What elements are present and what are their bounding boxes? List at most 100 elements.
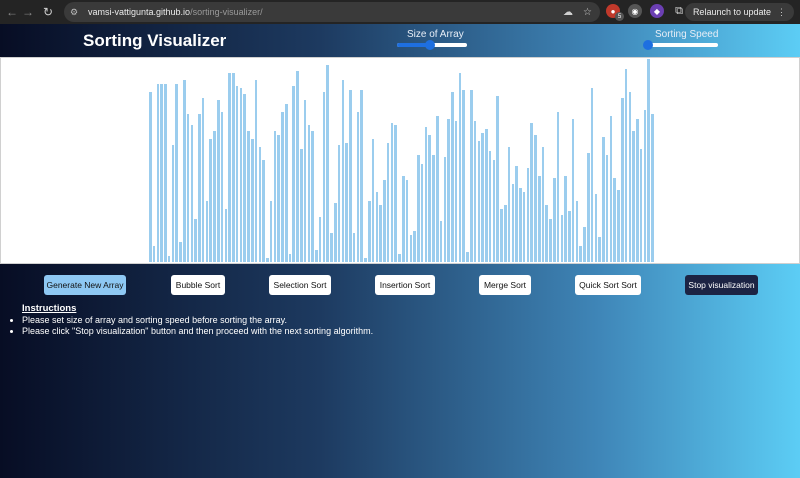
- array-bar: [609, 116, 613, 262]
- array-bar: [553, 177, 556, 262]
- back-icon[interactable]: ←: [4, 5, 20, 19]
- bubble-sort-button[interactable]: Bubble Sort: [171, 275, 225, 295]
- array-bar: [394, 124, 397, 262]
- extensions-puzzle-icon[interactable]: ⧉: [672, 4, 686, 18]
- array-bar: [549, 218, 552, 262]
- relaunch-button[interactable]: Relaunch to update ⋮: [684, 3, 794, 21]
- browser-toolbar: ← → ↻ ⚙ vamsi-vattigunta.github.io/sorti…: [0, 0, 800, 24]
- instructions-list: Please set size of array and sorting spe…: [22, 315, 373, 337]
- array-bar: [602, 136, 605, 262]
- array-bar: [186, 114, 190, 262]
- menu-dots-icon[interactable]: ⋮: [777, 7, 786, 18]
- array-bar: [349, 89, 352, 262]
- array-bar: [515, 165, 518, 262]
- array-bar: [273, 130, 277, 262]
- array-bar: [330, 233, 333, 262]
- array-bar: [435, 116, 439, 262]
- array-bar: [496, 95, 499, 262]
- array-canvas: [0, 57, 800, 264]
- array-bar: [624, 69, 628, 262]
- cloud-icon[interactable]: ☁: [563, 7, 573, 18]
- array-bar: [220, 112, 224, 262]
- array-bar: [402, 175, 405, 262]
- array-bar: [364, 257, 367, 262]
- array-bar: [356, 112, 360, 262]
- array-bar: [398, 253, 401, 262]
- app-header: Sorting Visualizer Size of Array Sorting…: [0, 24, 800, 56]
- array-bar: [216, 100, 220, 262]
- array-bar: [451, 91, 454, 262]
- array-bar: [318, 216, 322, 262]
- bookmark-star-icon[interactable]: ☆: [583, 7, 592, 18]
- array-bar: [277, 134, 280, 262]
- instruction-item: Please click "Stop visualization" button…: [22, 326, 373, 337]
- array-bar: [575, 200, 579, 262]
- array-bar: [405, 180, 409, 262]
- array-bar: [213, 130, 216, 262]
- array-bar: [383, 180, 386, 262]
- array-bar: [281, 112, 284, 262]
- array-bar: [564, 175, 567, 262]
- array-bar: [300, 149, 303, 262]
- array-bar: [628, 91, 632, 262]
- array-bar: [519, 188, 522, 262]
- instructions: Instructions Please set size of array an…: [14, 303, 373, 337]
- array-bar: [156, 83, 160, 262]
- array-bar: [492, 159, 496, 262]
- selection-sort-button[interactable]: Selection Sort: [269, 275, 331, 295]
- array-bar: [439, 221, 443, 262]
- generate-array-button[interactable]: Generate New Array: [44, 275, 126, 295]
- array-bar: [632, 130, 635, 262]
- array-bar: [386, 143, 390, 262]
- extension-badge: 5: [615, 12, 624, 21]
- array-bar: [458, 73, 462, 262]
- array-bar: [152, 245, 156, 262]
- array-bar: [579, 245, 583, 262]
- insertion-sort-button[interactable]: Insertion Sort: [375, 275, 435, 295]
- array-bar: [224, 208, 228, 262]
- speed-slider-thumb[interactable]: [643, 40, 653, 50]
- array-bar: [594, 194, 598, 262]
- array-bar: [250, 139, 254, 262]
- stop-visualization-button[interactable]: Stop visualization: [685, 275, 758, 295]
- array-bar: [568, 210, 571, 262]
- reload-icon[interactable]: ↻: [40, 5, 56, 19]
- array-bar: [469, 89, 473, 262]
- array-bar: [571, 118, 575, 262]
- array-bar: [262, 159, 265, 262]
- array-bar: [182, 79, 186, 262]
- array-bar: [337, 145, 341, 262]
- array-bar: [303, 100, 307, 262]
- array-bar: [462, 89, 465, 262]
- array-bar: [390, 122, 394, 262]
- extension-red-icon[interactable]: ● 5: [606, 4, 624, 21]
- array-bar: [605, 155, 609, 262]
- array-bar: [534, 134, 537, 262]
- merge-sort-button[interactable]: Merge Sort: [479, 275, 531, 295]
- array-bar: [171, 145, 175, 262]
- extension-purple-icon[interactable]: ◆: [650, 4, 664, 18]
- site-info-icon[interactable]: ⚙: [70, 7, 84, 18]
- speed-slider[interactable]: [643, 40, 718, 50]
- array-bar: [500, 208, 503, 262]
- size-slider[interactable]: [397, 40, 467, 50]
- array-bar: [413, 231, 416, 262]
- extension-gray-icon[interactable]: ◉: [628, 4, 642, 18]
- array-bar: [266, 257, 269, 262]
- array-bar: [352, 233, 356, 262]
- size-slider-thumb[interactable]: [424, 40, 435, 50]
- forward-icon[interactable]: →: [20, 5, 36, 19]
- quick-sort-button[interactable]: Quick Sort Sort: [575, 275, 641, 295]
- relaunch-label: Relaunch to update: [692, 7, 771, 17]
- array-bar: [375, 192, 379, 262]
- array-bars: [149, 57, 655, 262]
- array-bar: [537, 175, 541, 262]
- array-bar: [417, 155, 420, 262]
- array-bar: [341, 79, 345, 262]
- array-bar: [556, 112, 560, 262]
- array-bar: [228, 73, 231, 262]
- array-bar: [205, 200, 209, 262]
- array-bar: [175, 83, 178, 262]
- address-bar[interactable]: ⚙ vamsi-vattigunta.github.io/sorting-vis…: [64, 2, 600, 22]
- array-bar: [167, 255, 171, 262]
